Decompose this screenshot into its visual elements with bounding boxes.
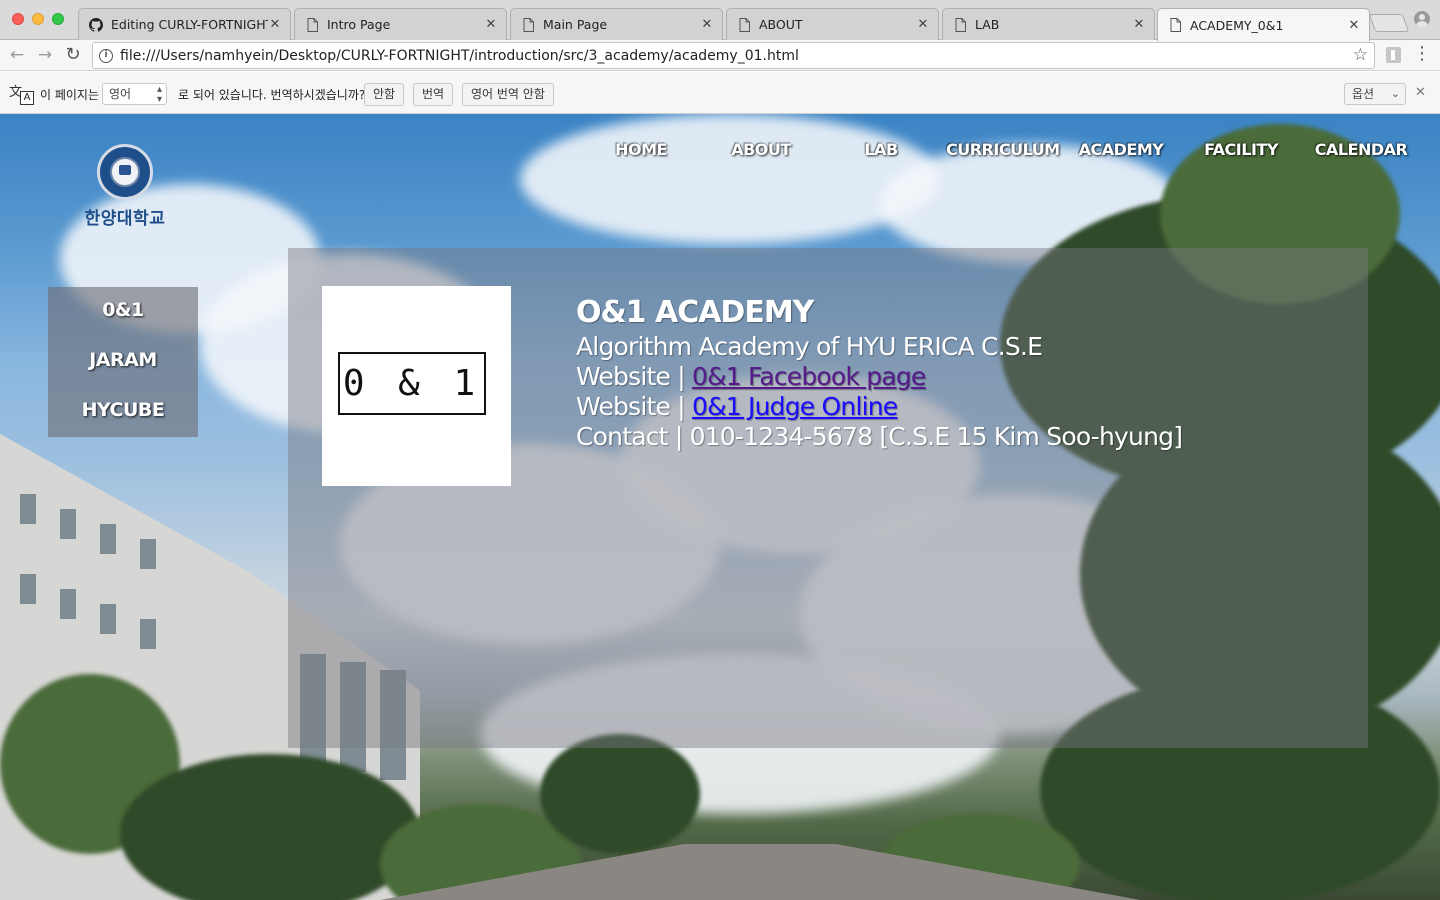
bookmark-star-icon[interactable]: ☆	[1353, 45, 1368, 65]
page-icon	[305, 17, 319, 33]
tab-about[interactable]: ABOUT ✕	[726, 8, 939, 40]
new-tab-button[interactable]	[1368, 14, 1410, 32]
tab-close-icon[interactable]: ✕	[1132, 17, 1146, 32]
translate-options-select[interactable]: 옵션 ⌄	[1344, 83, 1406, 105]
contact-value: 010-1234-5678 [C.S.E 15 Kim Soo-hyung]	[689, 422, 1183, 451]
tab-academy-active[interactable]: ACADEMY_0&1 ✕	[1157, 8, 1370, 41]
options-label: 옵션	[1352, 87, 1375, 101]
academy-title: O&1 ACADEMY	[576, 295, 814, 330]
profile-icon[interactable]	[1414, 11, 1430, 27]
side-link-jaram[interactable]: JARAM	[48, 349, 198, 371]
page-viewport: 한양대학교 HOME ABOUT LAB CURRICULUM ACADEMY …	[0, 114, 1440, 900]
translate-button[interactable]: 번역	[413, 83, 454, 106]
tab-title: Main Page	[543, 17, 608, 32]
nav-curriculum[interactable]: CURRICULUM	[946, 140, 1060, 159]
facebook-row: Website | 0&1 Facebook page	[576, 362, 1276, 392]
facebook-page-link[interactable]: 0&1 Facebook page	[692, 362, 926, 391]
academy-side-menu: 0&1 JARAM HYCUBE	[48, 287, 198, 437]
nav-home[interactable]: HOME	[586, 140, 696, 159]
website-label: Website |	[576, 392, 686, 421]
tab-github-editor[interactable]: Editing CURLY-FORTNIGHT/ ✕	[78, 8, 291, 40]
top-navigation: HOME ABOUT LAB CURRICULUM ACADEMY FACILI…	[0, 114, 1440, 184]
github-icon	[89, 17, 103, 33]
page-icon	[1168, 17, 1182, 33]
tab-lab[interactable]: LAB ✕	[942, 8, 1155, 40]
translate-prefix: 이 페이지는	[40, 88, 100, 102]
academy-subtitle: Algorithm Academy of HYU ERICA C.S.E	[576, 332, 1043, 361]
academy-content-panel: 0 & 1 O&1 ACADEMY Algorithm Academy of H…	[288, 248, 1368, 748]
back-arrow-icon[interactable]: ←	[6, 44, 28, 66]
tab-close-icon[interactable]: ✕	[1347, 18, 1361, 33]
university-name: 한양대학교	[84, 209, 166, 229]
tab-strip: Editing CURLY-FORTNIGHT/ ✕ Intro Page ✕ …	[0, 0, 1440, 41]
never-translate-button[interactable]: 영어 번역 안함	[462, 83, 554, 106]
page-icon	[953, 17, 967, 33]
translate-icon: 文A	[9, 82, 35, 106]
extension-icon[interactable]	[1386, 47, 1401, 63]
zoom-window-button[interactable]	[52, 13, 64, 25]
academy-logo-text: 0 & 1	[338, 352, 486, 415]
side-link-hycube[interactable]: HYCUBE	[48, 399, 198, 421]
tab-close-icon[interactable]: ✕	[916, 17, 930, 32]
page-icon	[521, 17, 535, 33]
close-window-button[interactable]	[12, 13, 24, 25]
chevron-down-icon: ⌄	[1390, 87, 1400, 100]
forward-arrow-icon[interactable]: →	[34, 44, 56, 66]
tab-title: Intro Page	[327, 17, 391, 32]
page-icon	[737, 17, 751, 33]
tab-close-icon[interactable]: ✕	[700, 17, 714, 32]
address-bar[interactable]: i file:///Users/namhyein/Desktop/CURLY-F…	[92, 42, 1375, 69]
academy-logo-card: 0 & 1	[322, 286, 511, 486]
browser-menu-icon[interactable]: ⋮	[1412, 45, 1432, 65]
nav-facility[interactable]: FACILITY	[1186, 140, 1296, 159]
judge-row: Website | 0&1 Judge Online	[576, 392, 1276, 422]
nav-about[interactable]: ABOUT	[706, 140, 816, 159]
reload-icon[interactable]: ↻	[62, 44, 84, 66]
tab-close-icon[interactable]: ✕	[268, 17, 282, 32]
contact-row: Contact | 010-1234-5678 [C.S.E 15 Kim So…	[576, 422, 1276, 452]
updown-arrows-icon: ▴ ▾	[156, 84, 162, 105]
academy-info: O&1 ACADEMY Algorithm Academy of HYU ERI…	[576, 294, 1276, 452]
browser-toolbar: ← → ↻ i file:///Users/namhyein/Desktop/C…	[0, 40, 1440, 71]
nav-academy[interactable]: ACADEMY	[1066, 140, 1176, 159]
tab-title: LAB	[975, 17, 1000, 32]
tab-title: Editing CURLY-FORTNIGHT/	[111, 17, 268, 32]
nav-lab[interactable]: LAB	[826, 140, 936, 159]
source-language-value: 영어	[109, 87, 132, 101]
tab-close-icon[interactable]: ✕	[484, 17, 498, 32]
judge-online-link[interactable]: 0&1 Judge Online	[692, 392, 898, 421]
minimize-window-button[interactable]	[32, 13, 44, 25]
tab-title: ABOUT	[759, 17, 803, 32]
url-text[interactable]: file:///Users/namhyein/Desktop/CURLY-FOR…	[120, 48, 799, 64]
contact-label: Contact |	[576, 422, 683, 451]
source-language-select[interactable]: 영어 ▴ ▾	[102, 83, 167, 105]
translate-question: 로 되어 있습니다. 번역하시겠습니까?	[178, 88, 366, 102]
translate-no-button[interactable]: 안함	[364, 83, 405, 106]
close-translate-bar-icon[interactable]: ✕	[1415, 85, 1426, 100]
info-icon[interactable]: i	[99, 48, 113, 63]
translate-bar: 文A 이 페이지는 영어 ▴ ▾ 로 되어 있습니다. 번역하시겠습니까? 안함 …	[0, 72, 1440, 114]
tab-intro-page[interactable]: Intro Page ✕	[294, 8, 507, 40]
website-label: Website |	[576, 362, 686, 391]
side-link-0and1[interactable]: 0&1	[48, 299, 198, 321]
nav-calendar[interactable]: CALENDAR	[1306, 140, 1416, 159]
tab-main-page[interactable]: Main Page ✕	[510, 8, 723, 40]
tab-title: ACADEMY_0&1	[1190, 17, 1284, 33]
